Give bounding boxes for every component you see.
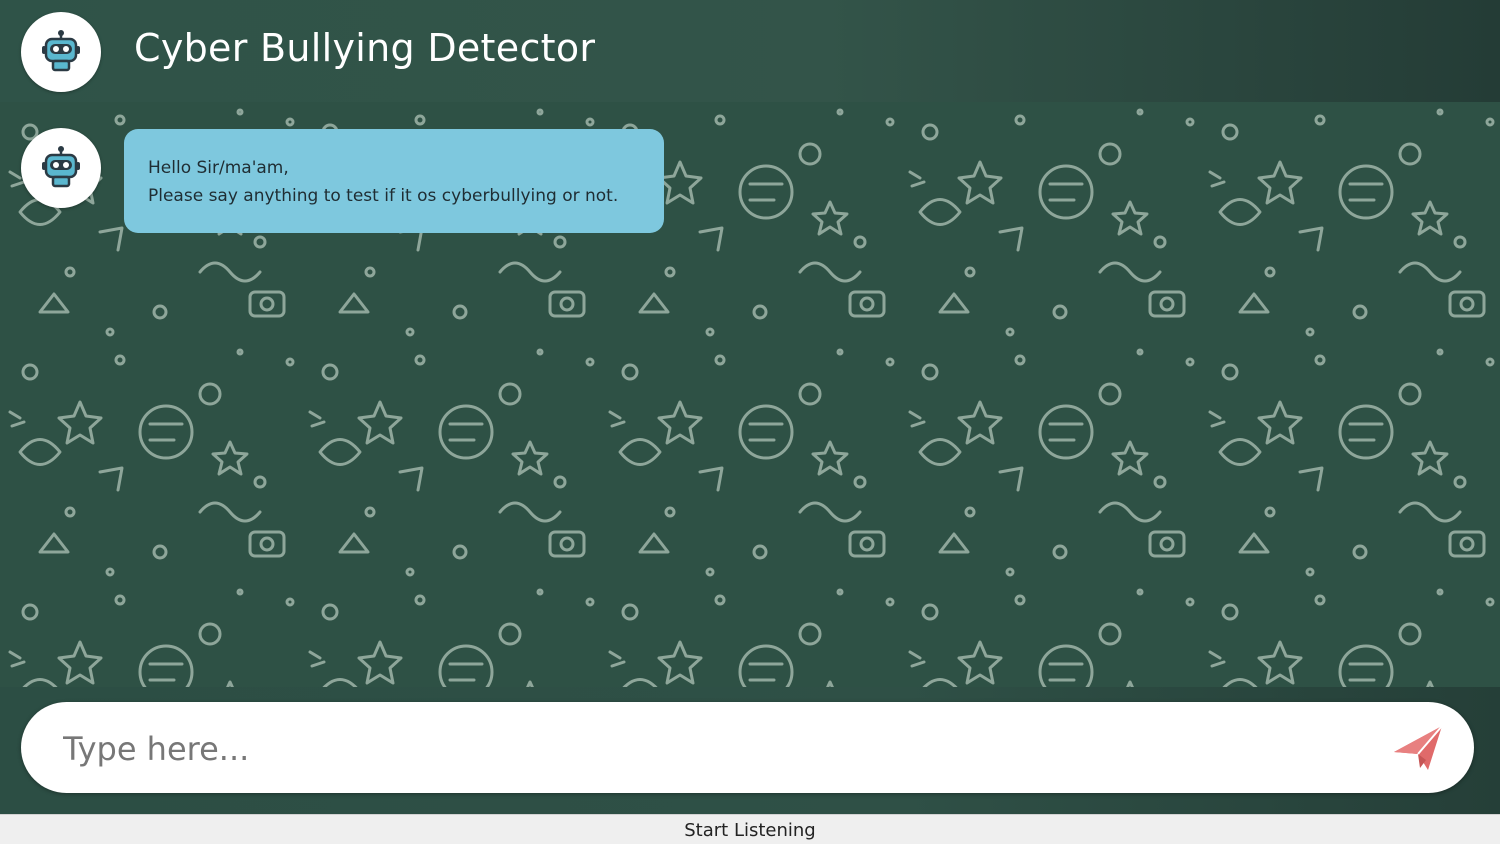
message-composer	[21, 702, 1474, 793]
start-listening-button[interactable]: Start Listening	[0, 814, 1500, 844]
header-avatar	[21, 12, 101, 92]
app-header: Cyber Bullying Detector	[0, 0, 1500, 102]
message-input[interactable]	[61, 718, 1365, 780]
message-line: Hello Sir/ma'am,	[148, 158, 289, 178]
bot-message-bubble: Hello Sir/ma'am, Please say anything to …	[124, 129, 664, 233]
chat-area[interactable]: Hello Sir/ma'am, Please say anything to …	[0, 102, 1500, 687]
chat-app: Cyber Bullying Detector Hello Sir/ma'am,…	[0, 0, 1500, 844]
paper-plane-icon	[1394, 725, 1443, 770]
send-button[interactable]	[1392, 722, 1446, 774]
bot-avatar	[21, 128, 101, 208]
message-line: Please say anything to test if it os cyb…	[148, 186, 619, 206]
page-title: Cyber Bullying Detector	[134, 26, 596, 70]
robot-icon	[42, 30, 80, 72]
robot-icon	[42, 146, 80, 188]
